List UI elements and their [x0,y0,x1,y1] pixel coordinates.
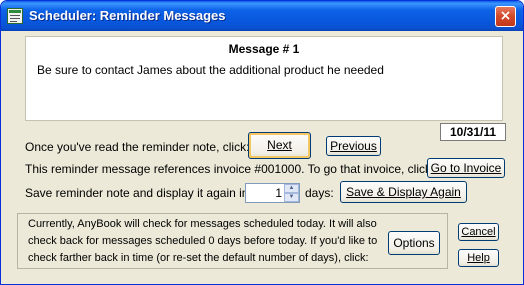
info-line-1: Currently, AnyBook will check for messag… [28,218,377,230]
previous-button-label: Previous [330,139,377,153]
go-to-invoice-label: Go to Invoice [430,161,502,175]
scheduler-app-icon[interactable] [7,8,23,24]
next-button-label: Next [267,138,292,152]
save-display-again-label: Save & Display Again [346,185,461,199]
spinner-up-icon[interactable]: ▲ [284,184,299,193]
options-button[interactable]: Options [388,231,440,255]
read-note-label: Once you've read the reminder note, clic… [25,140,250,154]
days-spinner-value[interactable]: 1 [248,186,282,200]
days-spinner[interactable]: 1 ▲ ▼ [245,183,300,203]
options-info-panel: Currently, AnyBook will check for messag… [17,213,448,269]
previous-button[interactable]: Previous [326,136,381,156]
help-button-label: Help [467,252,490,264]
cancel-button-label: Cancel [461,226,496,238]
help-button[interactable]: Help [458,249,499,267]
days-suffix-label: days: [305,186,334,200]
window-title: Scheduler: Reminder Messages [29,8,226,23]
message-heading: Message # 1 [228,42,300,56]
save-days-label: Save reminder note and display it again … [25,186,249,200]
scheduler-window: Scheduler: Reminder Messages × Message #… [0,0,524,285]
title-bar[interactable]: Scheduler: Reminder Messages × [1,1,523,31]
info-line-2: check back for messages scheduled 0 days… [28,235,378,247]
date-display: 10/31/11 [440,123,506,141]
message-body: Be sure to contact James about the addit… [37,63,384,77]
spinner-down-icon[interactable]: ▼ [284,193,299,202]
close-icon[interactable]: × [495,6,516,27]
message-panel: Message # 1 Be sure to contact James abo… [25,36,503,121]
save-display-again-button[interactable]: Save & Display Again [340,181,467,203]
next-button[interactable]: Next [248,132,311,159]
invoice-reference-label: This reminder message references invoice… [25,162,435,176]
go-to-invoice-button[interactable]: Go to Invoice [427,158,505,178]
info-line-3: check farther back in time (or re-set th… [28,252,369,264]
cancel-button[interactable]: Cancel [458,223,499,241]
